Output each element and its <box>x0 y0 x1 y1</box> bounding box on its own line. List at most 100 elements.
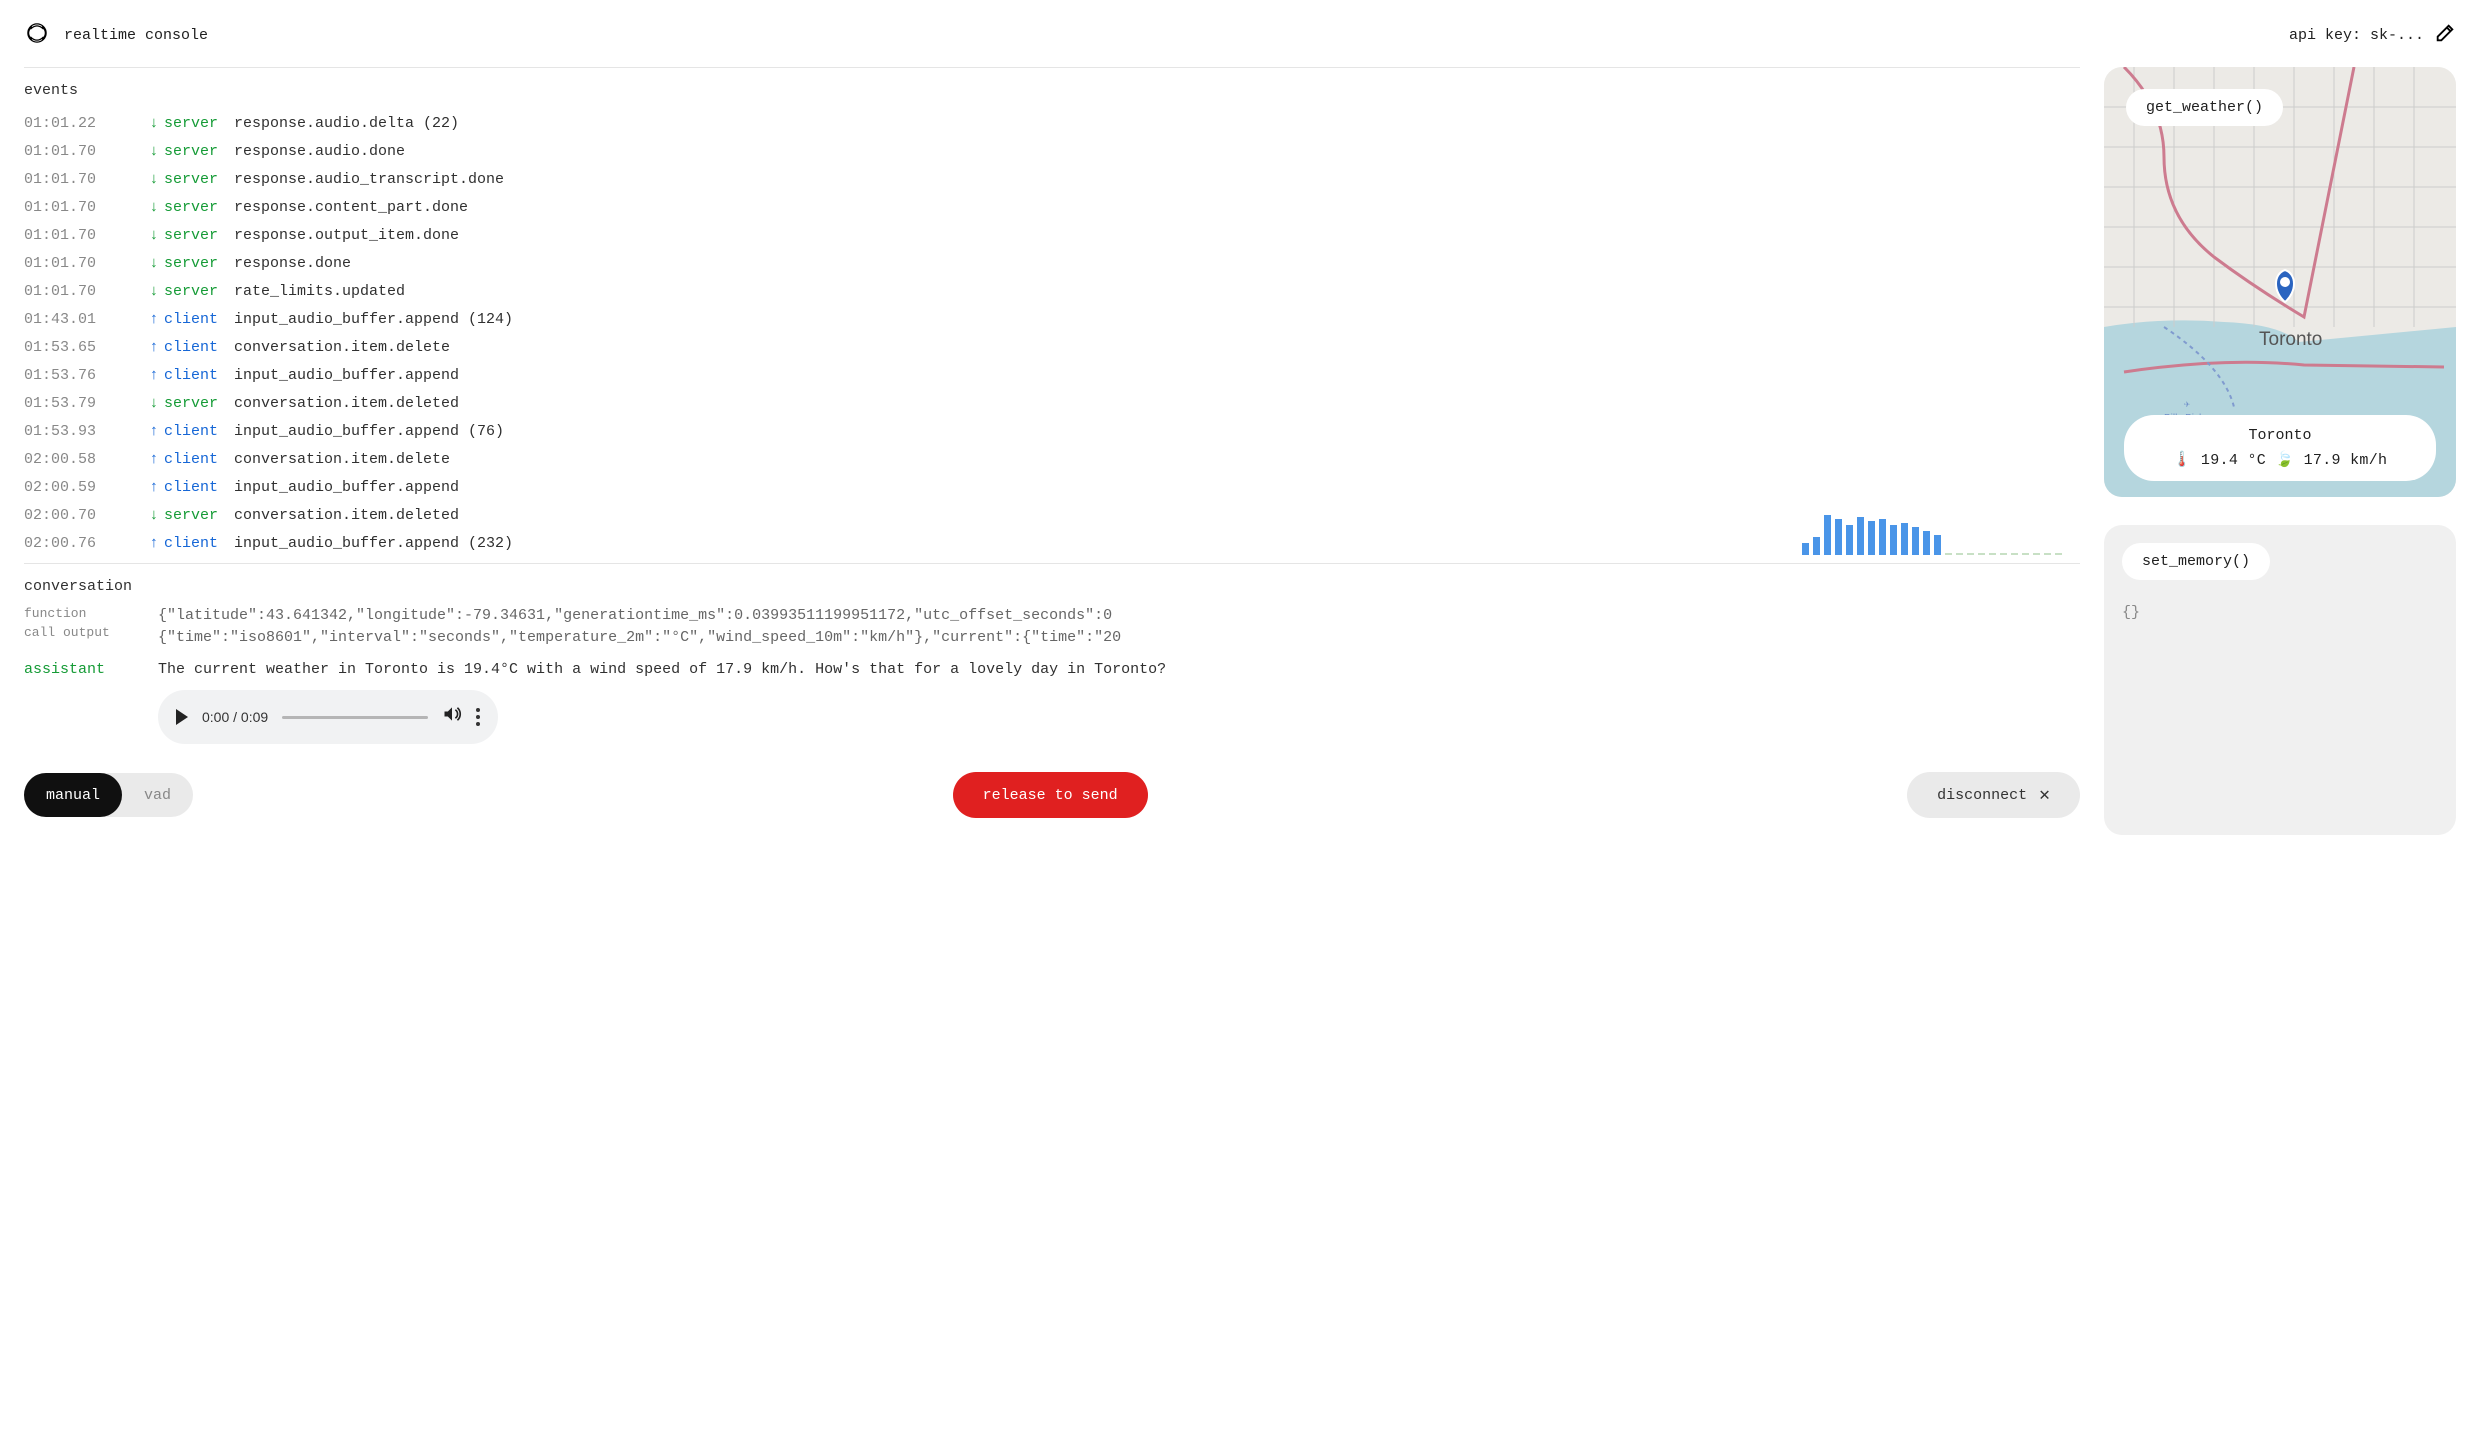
events-section: events 01:01.22↓serverresponse.audio.del… <box>24 67 2080 557</box>
mode-manual[interactable]: manual <box>24 773 122 817</box>
get-weather-label: get_weather() <box>2126 89 2283 126</box>
event-ts: 02:00.76 <box>24 533 144 554</box>
function-output-json1: {"latitude":43.641342,"longitude":-79.34… <box>158 605 2080 627</box>
arrow-icon: ↓ <box>144 505 164 526</box>
event-direction: client <box>164 421 234 442</box>
event-direction: server <box>164 225 234 246</box>
event-name: response.output_item.done <box>234 225 2080 246</box>
event-name: conversation.item.deleted <box>234 393 2080 414</box>
event-ts: 01:01.70 <box>24 197 144 218</box>
event-name: response.done <box>234 253 2080 274</box>
arrow-icon: ↓ <box>144 141 164 162</box>
release-button[interactable]: release to send <box>953 772 1148 818</box>
arrow-icon: ↑ <box>144 477 164 498</box>
assistant-label: assistant <box>24 659 144 745</box>
event-name: conversation.item.delete <box>234 449 2080 470</box>
event-direction: server <box>164 197 234 218</box>
arrow-icon: ↓ <box>144 225 164 246</box>
event-row[interactable]: 01:53.76↑clientinput_audio_buffer.append <box>24 361 2080 389</box>
arrow-icon: ↑ <box>144 309 164 330</box>
event-name: input_audio_buffer.append (76) <box>234 421 2080 442</box>
function-output-json2: {"time":"iso8601","interval":"seconds","… <box>158 627 2080 649</box>
footer: manual vad release to send disconnect ✕ <box>24 772 2080 818</box>
event-row[interactable]: 01:53.79↓serverconversation.item.deleted <box>24 389 2080 417</box>
event-row[interactable]: 02:00.58↑clientconversation.item.delete <box>24 445 2080 473</box>
api-key-row: api key: sk-... <box>2289 22 2456 49</box>
event-ts: 01:53.76 <box>24 365 144 386</box>
conversation-section: conversation function call output {"lati… <box>24 563 2080 744</box>
conversation-title: conversation <box>24 563 2080 595</box>
assistant-message: The current weather in Toronto is 19.4°C… <box>158 659 2080 681</box>
arrow-icon: ↑ <box>144 533 164 554</box>
event-name: response.audio_transcript.done <box>234 169 2080 190</box>
header: realtime console api key: sk-... <box>24 20 2456 67</box>
event-row[interactable]: 01:01.70↓serverresponse.output_item.done <box>24 221 2080 249</box>
arrow-icon: ↓ <box>144 169 164 190</box>
audio-player[interactable]: 0:00 / 0:09 <box>158 690 498 744</box>
event-row[interactable]: 02:00.59↑clientinput_audio_buffer.append <box>24 473 2080 501</box>
arrow-icon: ↓ <box>144 281 164 302</box>
edit-icon[interactable] <box>2434 22 2456 49</box>
event-direction: server <box>164 113 234 134</box>
event-name: input_audio_buffer.append (124) <box>234 309 2080 330</box>
weather-details: 🌡️ 19.4 °C 🍃 17.9 km/h <box>2144 450 2416 469</box>
event-name: response.audio.delta (22) <box>234 113 2080 134</box>
memory-panel: set_memory() {} <box>2104 525 2456 835</box>
event-direction: client <box>164 337 234 358</box>
events-title: events <box>24 67 2080 99</box>
play-icon[interactable] <box>176 709 188 725</box>
event-direction: server <box>164 253 234 274</box>
event-ts: 01:53.93 <box>24 421 144 442</box>
weather-card: Toronto 🌡️ 19.4 °C 🍃 17.9 km/h <box>2124 415 2436 481</box>
event-row[interactable]: 01:01.70↓serverresponse.audio.done <box>24 137 2080 165</box>
svg-text:✈: ✈ <box>2184 400 2190 411</box>
event-ts: 01:01.70 <box>24 253 144 274</box>
event-row[interactable]: 01:01.22↓serverresponse.audio.delta (22) <box>24 109 2080 137</box>
event-row[interactable]: 01:43.01↑clientinput_audio_buffer.append… <box>24 305 2080 333</box>
volume-icon[interactable] <box>442 704 462 731</box>
event-ts: 01:01.22 <box>24 113 144 134</box>
disconnect-label: disconnect <box>1937 787 2027 804</box>
weather-city: Toronto <box>2144 427 2416 444</box>
event-direction: client <box>164 533 234 554</box>
event-name: conversation.item.delete <box>234 337 2080 358</box>
mode-vad[interactable]: vad <box>122 773 193 817</box>
player-time: 0:00 / 0:09 <box>202 707 268 727</box>
event-ts: 02:00.70 <box>24 505 144 526</box>
event-ts: 01:01.70 <box>24 141 144 162</box>
event-name: response.audio.done <box>234 141 2080 162</box>
arrow-icon: ↑ <box>144 365 164 386</box>
arrow-icon: ↓ <box>144 197 164 218</box>
disconnect-button[interactable]: disconnect ✕ <box>1907 772 2080 818</box>
player-track[interactable] <box>282 716 428 719</box>
logo-icon <box>24 20 50 51</box>
event-ts: 01:01.70 <box>24 225 144 246</box>
event-direction: client <box>164 477 234 498</box>
event-row[interactable]: 02:00.76↑clientinput_audio_buffer.append… <box>24 529 2080 557</box>
api-key-label: api key: sk-... <box>2289 27 2424 44</box>
function-output-label: function call output <box>24 605 144 649</box>
event-name: input_audio_buffer.append <box>234 365 2080 386</box>
event-row[interactable]: 01:01.70↓serverresponse.content_part.don… <box>24 193 2080 221</box>
event-direction: client <box>164 449 234 470</box>
event-name: input_audio_buffer.append <box>234 477 2080 498</box>
app-title: realtime console <box>64 27 208 44</box>
arrow-icon: ↓ <box>144 113 164 134</box>
event-direction: server <box>164 169 234 190</box>
arrow-icon: ↑ <box>144 421 164 442</box>
event-row[interactable]: 02:00.70↓serverconversation.item.deleted <box>24 501 2080 529</box>
event-direction: client <box>164 309 234 330</box>
player-menu-icon[interactable] <box>476 708 480 726</box>
arrow-icon: ↑ <box>144 449 164 470</box>
event-row[interactable]: 01:01.70↓serverresponse.done <box>24 249 2080 277</box>
mode-toggle[interactable]: manual vad <box>24 773 193 817</box>
event-ts: 02:00.59 <box>24 477 144 498</box>
event-direction: server <box>164 393 234 414</box>
event-ts: 01:01.70 <box>24 281 144 302</box>
audio-waveform <box>1802 511 2062 555</box>
event-row[interactable]: 01:01.70↓serverresponse.audio_transcript… <box>24 165 2080 193</box>
event-row[interactable]: 01:53.65↑clientconversation.item.delete <box>24 333 2080 361</box>
event-ts: 01:53.79 <box>24 393 144 414</box>
event-row[interactable]: 01:01.70↓serverrate_limits.updated <box>24 277 2080 305</box>
event-row[interactable]: 01:53.93↑clientinput_audio_buffer.append… <box>24 417 2080 445</box>
